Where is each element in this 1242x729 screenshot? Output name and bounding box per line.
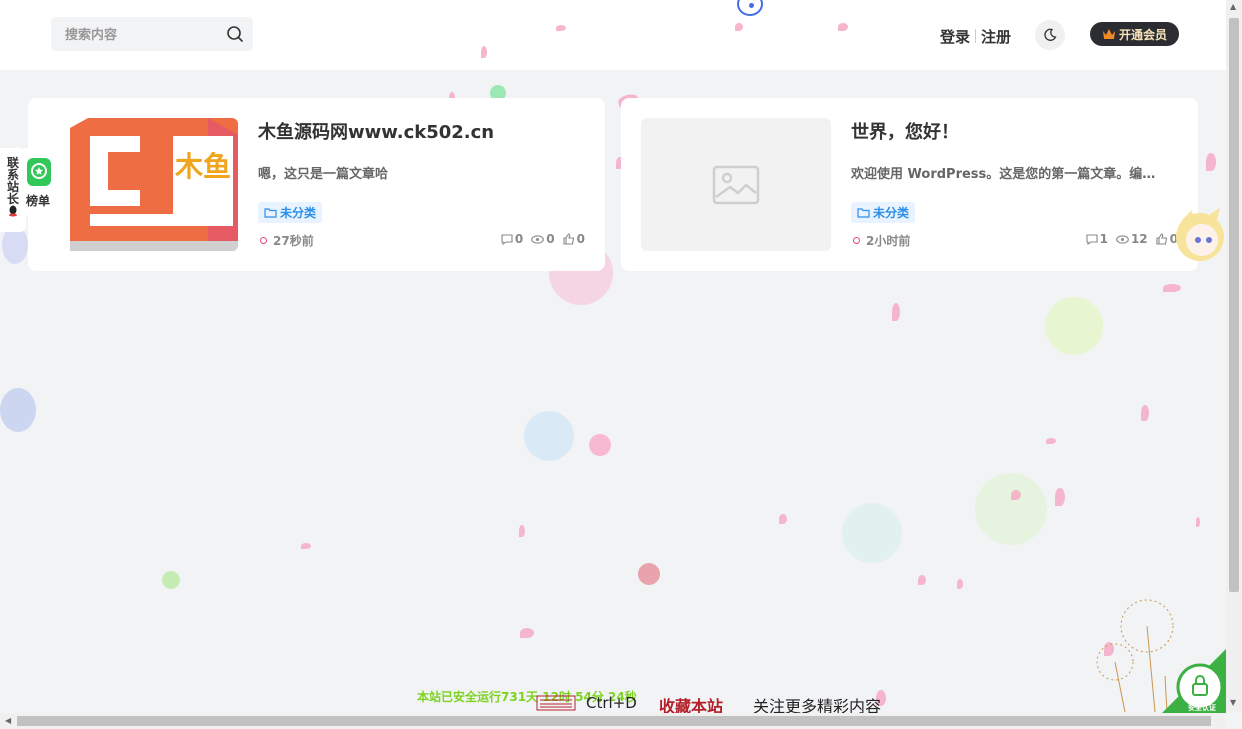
decor-petal — [519, 525, 525, 537]
time-label: 27秒前 — [273, 234, 314, 248]
vip-label: 开通会员 — [1118, 27, 1167, 42]
comment-count-value: 0 — [514, 232, 524, 246]
folder-icon — [264, 208, 277, 218]
post-excerpt: 欢迎使用 WordPress。这是您的第一篇文章。编辑或删除它，然后开始写作吧！ — [851, 167, 1165, 182]
thumbs-up-icon — [563, 233, 574, 245]
thumbs-up-icon — [1156, 233, 1167, 245]
comment-count: 1 — [1086, 232, 1108, 246]
post-title[interactable]: 木鱼源码网www.ck502.cn — [258, 118, 494, 144]
divider — [975, 29, 977, 43]
decor-bubble — [524, 411, 574, 461]
site-header: 登录 注册 开通会员 — [0, 0, 1226, 70]
scroll-down-arrow-icon[interactable]: ▼ — [1230, 698, 1236, 707]
category-tag[interactable]: 未分类 — [851, 202, 916, 223]
view-count: 12 — [1116, 232, 1148, 246]
decor-petal — [892, 303, 900, 321]
contact-label: 联系站长 — [7, 156, 20, 206]
time-dot-icon — [853, 237, 860, 244]
category-label: 未分类 — [280, 206, 317, 220]
contact-admin-widget[interactable]: 联系站长 — [0, 148, 26, 232]
post-thumbnail[interactable]: 木鱼 — [48, 118, 238, 251]
decor-petal — [1206, 153, 1216, 171]
decor-petal — [301, 543, 311, 549]
ranking-badge-icon — [27, 158, 51, 186]
search-input[interactable] — [63, 17, 217, 53]
vertical-scroll-thumb[interactable] — [1229, 18, 1239, 592]
decor-petal — [779, 514, 787, 524]
crown-icon — [1102, 29, 1115, 39]
comment-icon — [1086, 233, 1098, 245]
view-count: 0 — [531, 232, 555, 246]
view-count-value: 12 — [1130, 232, 1148, 246]
decor-petal — [520, 628, 534, 638]
comment-count-value: 1 — [1099, 232, 1108, 246]
eye-icon — [531, 234, 545, 244]
post-card[interactable]: 世界，您好！ 欢迎使用 WordPress。这是您的第一篇文章。编辑或删除它，然… — [621, 98, 1198, 271]
qq-icon — [9, 205, 17, 217]
comment-icon — [501, 233, 513, 245]
category-tag[interactable]: 未分类 — [258, 202, 323, 223]
decor-bubble — [162, 571, 180, 589]
logo-text: 木鱼 — [174, 150, 231, 183]
decor-petal — [957, 579, 963, 589]
decor-bubble — [1045, 297, 1103, 355]
mascot-character-image — [1176, 208, 1224, 261]
safe-badge-label: 安全认证 — [1188, 703, 1216, 712]
post-card[interactable]: 木鱼 木鱼源码网www.ck502.cn 嗯，这只是一篇文章哈 未分类 27秒前… — [28, 98, 605, 271]
decor-petal — [1141, 405, 1149, 421]
horizontal-scroll-thumb[interactable] — [17, 716, 1211, 726]
post-stats: 1 12 0 — [1086, 232, 1178, 246]
scroll-up-arrow-icon[interactable]: ▲ — [1230, 2, 1236, 11]
decor-petal — [1011, 490, 1021, 500]
decor-petal — [556, 25, 566, 31]
decor-petal — [1055, 488, 1065, 506]
post-time: 27秒前 — [260, 232, 314, 249]
post-thumbnail-placeholder[interactable] — [641, 118, 831, 251]
decor-bubble — [842, 503, 902, 563]
post-excerpt: 嗯，这只是一篇文章哈 — [258, 167, 389, 182]
decor-petal — [481, 46, 487, 58]
decor-petal — [838, 23, 848, 31]
theme-toggle-button[interactable] — [1035, 20, 1065, 50]
folder-icon — [857, 208, 870, 218]
vip-button[interactable]: 开通会员 — [1090, 22, 1179, 46]
post-title[interactable]: 世界，您好！ — [851, 118, 959, 144]
ranking-label: 榜单 — [26, 194, 51, 208]
decor-bubble — [0, 388, 36, 432]
decor-bubble — [589, 434, 611, 456]
login-link[interactable]: 登录 — [940, 26, 970, 47]
eye-icon — [1116, 234, 1129, 244]
scroll-left-arrow-icon[interactable]: ◀ — [5, 716, 11, 725]
decor-petal — [918, 575, 926, 585]
image-placeholder-icon — [712, 165, 760, 204]
shortcut-label: Ctrl+D — [586, 694, 637, 712]
decor-bubble — [638, 563, 660, 585]
decor-petal — [1163, 284, 1181, 292]
security-certified-badge[interactable]: 安全认证 — [1162, 649, 1226, 713]
view-count-value: 0 — [546, 232, 555, 246]
post-stats: 0 0 0 — [501, 232, 585, 246]
moon-icon — [1044, 28, 1057, 41]
post-time: 2小时前 — [853, 232, 910, 249]
search-box[interactable] — [51, 17, 253, 53]
bookmark-shortcut: Ctrl+D — [536, 694, 637, 712]
decor-petal — [735, 23, 743, 31]
category-label: 未分类 — [873, 206, 910, 220]
like-count-value: 0 — [576, 232, 585, 246]
search-icon[interactable] — [226, 25, 244, 43]
register-link[interactable]: 注册 — [981, 26, 1011, 47]
time-label: 2小时前 — [866, 234, 911, 248]
auth-links: 登录 注册 — [940, 25, 1011, 47]
keyboard-icon — [536, 695, 576, 711]
time-dot-icon — [260, 237, 267, 244]
decor-petal — [1046, 438, 1056, 444]
like-count[interactable]: 0 — [563, 232, 585, 246]
horizontal-scrollbar[interactable]: ◀ — [0, 713, 1226, 729]
comment-count: 0 — [501, 232, 523, 246]
ranking-widget[interactable]: 榜单 — [24, 148, 60, 216]
decor-petal — [1196, 517, 1200, 527]
decor-bubble — [975, 473, 1047, 545]
muyu-logo-image: 木鱼 — [48, 118, 238, 251]
vertical-scrollbar[interactable]: ▲ ▼ — [1226, 0, 1242, 712]
